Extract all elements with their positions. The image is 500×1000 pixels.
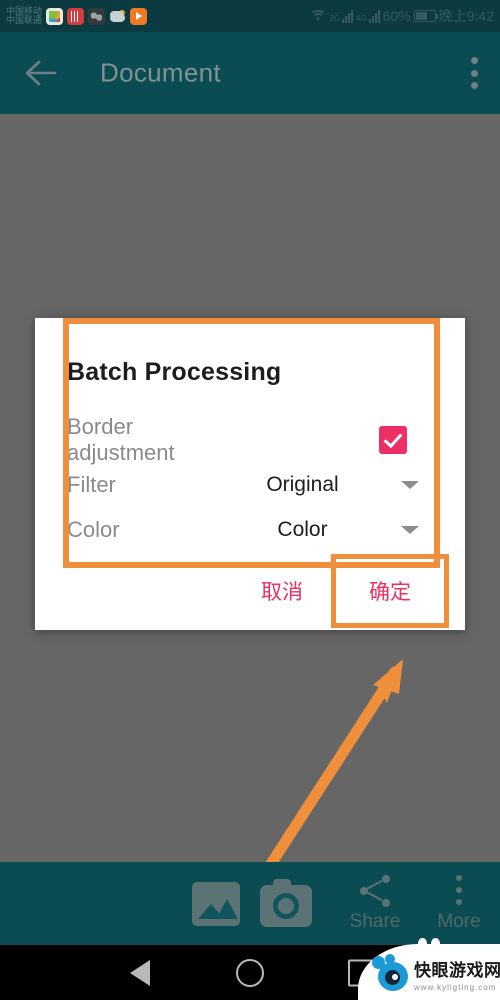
wifi-icon [309, 9, 327, 23]
media-player-icon [130, 7, 148, 25]
phone-screen: 中国移动 中国联通 3G 4G 60% 晚上9:42 Document Batc… [0, 0, 500, 1000]
ok-button-wrapper: 确定 [331, 554, 449, 628]
weather-icon [109, 8, 126, 25]
filter-label: Filter [67, 471, 116, 497]
nav-back-icon[interactable] [130, 959, 150, 986]
row-filter[interactable]: Filter Original [67, 462, 433, 507]
dialog-content: Batch Processing Border adjustment Filte… [35, 318, 465, 552]
batch-processing-dialog: Batch Processing Border adjustment Filte… [35, 318, 465, 630]
row-color[interactable]: Color Color [67, 507, 433, 552]
social-app-icon [88, 7, 106, 25]
carrier-label: 中国移动 中国联通 [6, 6, 43, 26]
cancel-button[interactable]: 取消 [247, 568, 317, 614]
nav-recents-icon[interactable] [348, 959, 375, 986]
status-bar: 中国移动 中国联通 3G 4G 60% 晚上9:42 [0, 0, 500, 32]
signal-2-icon: 4G [356, 9, 380, 23]
signal-1-label: 3G [329, 13, 341, 23]
carrier-line-2: 中国联通 [6, 15, 43, 25]
border-adjustment-label: Border adjustment [67, 413, 175, 465]
dialog-title: Batch Processing [67, 358, 282, 386]
bottom-toolbar: Share More [0, 862, 500, 945]
nav-home-icon[interactable] [236, 958, 264, 987]
more-label: More [437, 910, 481, 932]
video-app-icon [67, 7, 85, 25]
more-button[interactable]: More [420, 862, 498, 945]
color-label: Color [67, 516, 120, 542]
status-bar-right: 3G 4G 60% 晚上9:42 [309, 0, 494, 32]
camera-icon [260, 878, 312, 927]
gallery-icon [192, 881, 240, 926]
chevron-down-icon[interactable] [401, 525, 419, 534]
dialog-actions: 取消 确定 [35, 552, 465, 630]
back-arrow-icon[interactable] [24, 56, 58, 90]
battery-percent: 60% [382, 8, 411, 24]
notification-icons [46, 7, 148, 25]
gallery-button[interactable] [188, 862, 244, 945]
share-label: Share [349, 910, 401, 932]
border-adjustment-checkbox[interactable] [379, 425, 407, 454]
status-clock: 晚上9:42 [438, 8, 494, 24]
camera-button[interactable] [256, 862, 316, 945]
more-icon [456, 874, 463, 905]
signal-1-icon: 3G [329, 9, 354, 23]
row-border-adjustment[interactable]: Border adjustment [67, 414, 433, 465]
signal-2-label: 4G [356, 13, 367, 23]
battery-icon [413, 10, 438, 22]
ok-button[interactable]: 确定 [335, 560, 445, 622]
filter-value[interactable]: Original [222, 473, 401, 497]
android-nav-bar [0, 945, 500, 1000]
photos-icon [46, 7, 64, 25]
share-icon [358, 874, 392, 907]
chevron-down-icon[interactable] [401, 480, 419, 489]
page-title: Document [100, 57, 221, 88]
overflow-menu-icon[interactable] [470, 57, 478, 89]
color-value[interactable]: Color [222, 518, 401, 542]
share-button[interactable]: Share [336, 862, 414, 945]
app-bar: Document [0, 32, 500, 114]
